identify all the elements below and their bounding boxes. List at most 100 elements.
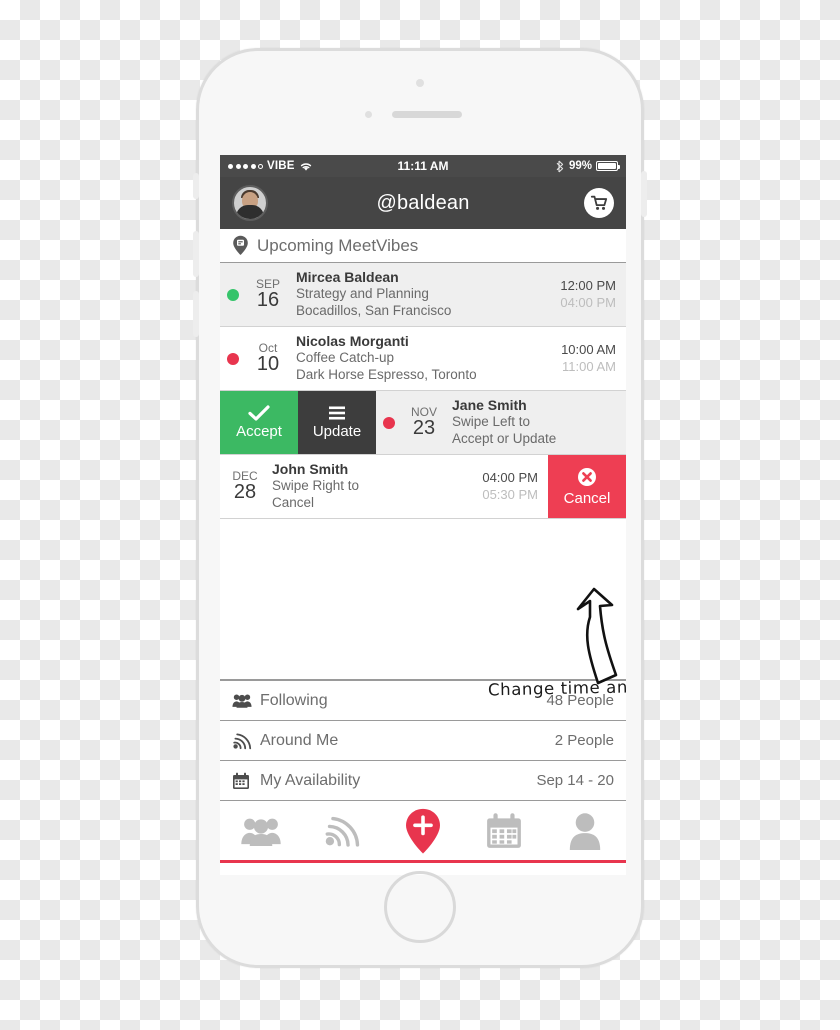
- table-row[interactable]: SEP 16 Mircea Baldean Strategy and Plann…: [220, 263, 626, 327]
- swipe-hint-line-1: Swipe Right to: [272, 478, 360, 494]
- phone-device-frame: VIBE 11:11 AM 99% @baldean Upcoming Meet…: [193, 48, 647, 968]
- meeting-date: SEP 16: [246, 278, 290, 312]
- list-item-following[interactable]: Following 48 People: [220, 681, 626, 721]
- meeting-person-name: Mircea Baldean: [296, 268, 399, 285]
- people-group-icon: [232, 693, 256, 708]
- meeting-start-time: 04:00 PM: [482, 469, 538, 485]
- shopping-cart-button[interactable]: [584, 188, 614, 218]
- update-label: Update: [312, 423, 362, 440]
- silent-switch-button[interactable]: [193, 173, 199, 199]
- volume-up-button[interactable]: [193, 231, 199, 277]
- meeting-end-time: 11:00 AM: [562, 358, 616, 374]
- meeting-start-time: 10:00 AM: [561, 341, 616, 357]
- earpiece-speaker: [392, 111, 462, 118]
- meeting-times: 04:00 PM 05:30 PM: [482, 470, 548, 504]
- meeting-day: 10: [256, 353, 280, 376]
- radar-signal-icon: [232, 732, 256, 750]
- swiped-row-content: NOV 23 Jane Smith Swipe Left to Accept o…: [376, 391, 626, 454]
- meeting-location: Dark Horse Espresso, Toronto: [296, 367, 477, 383]
- status-bar: VIBE 11:11 AM 99%: [220, 155, 626, 177]
- tab-following[interactable]: [220, 801, 301, 860]
- section-title: Upcoming MeetVibes: [257, 235, 419, 255]
- shopping-cart-icon: [590, 195, 608, 210]
- battery-percent: 99%: [568, 160, 593, 172]
- meeting-date: Oct 10: [246, 342, 290, 376]
- table-row-swiped-right[interactable]: DEC 28 John Smith Swipe Right to Cancel …: [220, 455, 626, 519]
- status-badge: [383, 416, 395, 429]
- list-item-around-me[interactable]: Around Me 2 People: [220, 721, 626, 761]
- meeting-details: Mircea Baldean Strategy and Planning Boc…: [290, 269, 560, 320]
- battery-icon: [596, 161, 621, 171]
- page-title: @baldean: [376, 191, 470, 214]
- tab-profile[interactable]: [545, 801, 626, 860]
- swipe-hint-line-2: Accept or Update: [452, 431, 557, 447]
- status-badge: [227, 288, 239, 301]
- meeting-subject: Coffee Catch-up: [296, 350, 395, 366]
- meeting-details: Nicolas Morganti Coffee Catch-up Dark Ho…: [290, 333, 561, 384]
- meeting-day: 23: [412, 417, 436, 440]
- status-dot-wrap: [220, 288, 246, 301]
- radar-signal-icon: [325, 816, 359, 847]
- meeting-end-time: 05:30 PM: [482, 486, 538, 502]
- tab-around-me[interactable]: [301, 801, 382, 860]
- meeting-times: 10:00 AM 11:00 AM: [561, 342, 626, 376]
- list-item-value: 2 People: [554, 732, 614, 749]
- meeting-person-name: Nicolas Morganti: [296, 332, 409, 349]
- close-circle-icon: [578, 467, 596, 486]
- accept-label: Accept: [236, 423, 282, 440]
- list-item-label: Around Me: [260, 731, 339, 749]
- table-row[interactable]: Oct 10 Nicolas Morganti Coffee Catch-up …: [220, 327, 626, 391]
- calendar-icon: [232, 772, 256, 790]
- empty-list-area: [220, 519, 626, 681]
- meeting-times: 12:00 PM 04:00 PM: [560, 278, 626, 312]
- status-dot-wrap: [376, 416, 402, 429]
- wifi-icon: [300, 162, 311, 171]
- check-icon: [248, 405, 270, 421]
- list-item-label: Following: [260, 691, 328, 709]
- meeting-subject: Strategy and Planning: [296, 286, 429, 302]
- list-item-my-availability[interactable]: My Availability Sep 14 - 20: [220, 761, 626, 801]
- table-row-swiped-left[interactable]: Accept Update NOV 23 Jane Smith Swipe Le…: [220, 391, 626, 455]
- meeting-location: Bocadillos, San Francisco: [296, 303, 452, 319]
- meeting-day: 28: [233, 481, 257, 504]
- meeting-date: DEC 28: [220, 470, 266, 504]
- cancel-button[interactable]: Cancel: [548, 455, 626, 518]
- calendar-icon: [487, 812, 522, 848]
- front-camera-icon: [416, 79, 424, 87]
- tab-calendar[interactable]: [464, 801, 545, 860]
- meeting-day: 16: [256, 289, 280, 312]
- meeting-details: John Smith Swipe Right to Cancel: [266, 461, 482, 512]
- list-item-value: 48 People: [546, 692, 614, 709]
- meeting-person-name: John Smith: [272, 460, 349, 477]
- hamburger-menu-icon: [329, 406, 345, 420]
- add-pin-icon: [406, 808, 440, 854]
- home-button[interactable]: [384, 871, 456, 943]
- bottom-tab-bar: [220, 801, 626, 863]
- proximity-sensor-icon: [365, 111, 372, 118]
- meeting-details: Jane Smith Swipe Left to Accept or Updat…: [446, 397, 626, 448]
- tab-add-meetvibe[interactable]: [382, 801, 463, 860]
- signal-strength-icon: [228, 163, 263, 169]
- status-dot-wrap: [220, 352, 246, 365]
- list-item-label: My Availability: [260, 771, 361, 789]
- clock: 11:11 AM: [397, 159, 449, 173]
- swiped-row-content: DEC 28 John Smith Swipe Right to Cancel …: [220, 455, 548, 518]
- carrier-name: VIBE: [267, 160, 295, 172]
- people-group-icon: [240, 818, 281, 846]
- power-button[interactable]: [641, 171, 647, 217]
- status-badge: [227, 352, 239, 365]
- person-profile-icon: [570, 812, 601, 850]
- bluetooth-icon: [556, 160, 564, 172]
- meeting-start-time: 12:00 PM: [560, 277, 616, 293]
- swipe-hint-line-1: Swipe Left to: [452, 414, 531, 430]
- swipe-hint-line-2: Cancel: [272, 495, 315, 511]
- app-header: @baldean: [220, 177, 626, 229]
- meeting-end-time: 04:00 PM: [560, 294, 616, 310]
- update-button[interactable]: Update: [298, 391, 376, 454]
- accept-button[interactable]: Accept: [220, 391, 298, 454]
- section-header-upcoming: Upcoming MeetVibes: [220, 229, 626, 263]
- phone-screen: VIBE 11:11 AM 99% @baldean Upcoming Meet…: [220, 155, 626, 875]
- list-item-value: Sep 14 - 20: [536, 772, 614, 789]
- avatar[interactable]: [232, 185, 268, 221]
- volume-down-button[interactable]: [193, 291, 199, 337]
